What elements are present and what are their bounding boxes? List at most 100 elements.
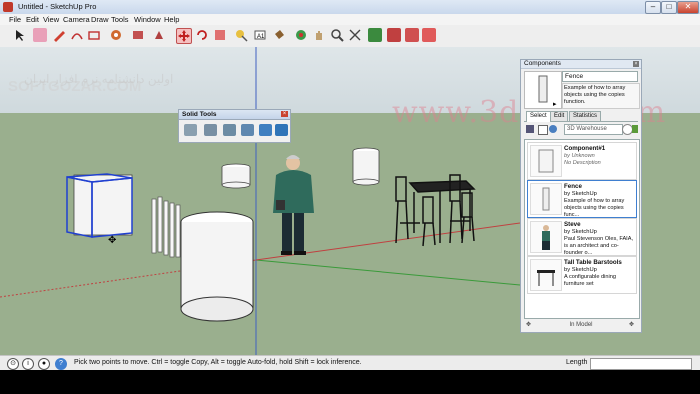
tab-statistics[interactable]: Statistics — [569, 111, 602, 121]
paint-bucket-tool-icon[interactable] — [272, 28, 286, 42]
component-item-steve[interactable]: Steve by SketchUp Paul Stevenson Oles, F… — [527, 218, 637, 256]
green-axis — [255, 259, 521, 286]
component-item-desc: Paul Stevenson Oles, FAIA, is an archite… — [564, 236, 634, 256]
component-item-tall-table-barstools[interactable]: Tall Table Barstools by SketchUp A confi… — [527, 256, 637, 294]
extension-warehouse-icon[interactable] — [422, 28, 436, 42]
in-model-label: In Model — [569, 322, 593, 328]
video-letterbox — [0, 370, 700, 394]
pan-tool-icon[interactable] — [312, 28, 326, 42]
eraser-tool-icon[interactable] — [33, 28, 47, 42]
help-icon[interactable]: ? — [55, 358, 67, 370]
navigation-icon[interactable] — [549, 125, 557, 133]
measurements-label: Length — [566, 359, 588, 366]
menu-help[interactable]: Help — [164, 15, 179, 24]
details-arrow-icon[interactable] — [632, 125, 638, 133]
svg-text:✥: ✥ — [108, 235, 116, 246]
component-item-author: by SketchUp — [564, 267, 597, 273]
geo-location-icon[interactable]: ⊙ — [7, 358, 19, 370]
move-tool-icon[interactable] — [176, 28, 192, 44]
follow-me-tool-icon[interactable] — [152, 28, 166, 42]
components-footer: ✥ In Model ✥ — [524, 320, 638, 330]
component-item-fence[interactable]: Fence by SketchUp Example of how to arra… — [527, 180, 637, 218]
component-item-author: by Unknown — [564, 153, 595, 159]
get-models-icon[interactable] — [368, 28, 382, 42]
subtract-icon[interactable] — [241, 124, 254, 136]
credits-icon[interactable]: i — [22, 358, 34, 370]
rotate-tool-icon[interactable] — [195, 28, 209, 42]
measurements-input[interactable] — [590, 358, 692, 370]
arc-tool-icon[interactable] — [70, 28, 84, 42]
menu-camera[interactable]: Camera — [63, 15, 90, 24]
components-search-input[interactable]: 3D Warehouse — [564, 124, 623, 135]
menu-view[interactable]: View — [43, 15, 59, 24]
solid-tools-title: Solid Tools — [179, 110, 290, 120]
pencil-line-tool-icon[interactable] — [52, 28, 66, 42]
menu-window[interactable]: Window — [134, 15, 161, 24]
menu-draw[interactable]: Draw — [91, 15, 109, 24]
scale-tool-icon[interactable] — [213, 28, 227, 42]
window-title: Untitled - SketchUp Pro — [18, 2, 97, 11]
component-item-name: Fence — [564, 183, 582, 190]
select-tool-icon[interactable] — [12, 28, 26, 42]
steve-thumbnail — [530, 221, 562, 253]
expand-icon[interactable]: ✥ — [629, 320, 634, 330]
components-list[interactable]: Component#1 by Unknown No Description Fe… — [524, 139, 640, 319]
solid-tools-toolbar[interactable]: Solid Tools × — [178, 109, 291, 143]
push-pull-tool-icon[interactable] — [109, 28, 123, 42]
view-options-icon[interactable] — [526, 125, 534, 133]
tab-edit[interactable]: Edit — [550, 111, 569, 121]
component1-thumbnail — [530, 145, 562, 177]
intersect-icon[interactable] — [204, 124, 217, 136]
union-icon[interactable] — [223, 124, 236, 136]
component-description-field[interactable]: Example of how to array objects using th… — [562, 83, 640, 109]
trim-icon[interactable] — [259, 124, 272, 136]
split-icon[interactable] — [275, 124, 288, 136]
zoom-tool-icon[interactable] — [330, 28, 344, 42]
menu-tools[interactable]: Tools — [111, 15, 129, 24]
zoom-extents-tool-icon[interactable] — [348, 28, 362, 42]
components-icon[interactable] — [405, 28, 419, 42]
component-item-author: by SketchUp — [564, 191, 597, 197]
component-item-author: by SketchUp — [564, 229, 597, 235]
status-bar: ⊙ i ● ? Pick two points to move. Ctrl = … — [0, 355, 700, 371]
components-tabs: Select Edit Statistics — [524, 111, 638, 122]
minimize-button[interactable]: – — [645, 1, 661, 14]
text-tool-icon[interactable]: A1 — [253, 28, 267, 42]
title-bar: Untitled - SketchUp Pro – □ ✕ — [0, 0, 700, 14]
sketchup-logo-icon — [3, 2, 13, 12]
user-icon[interactable]: ● — [38, 358, 50, 370]
component-item-name: Component#1 — [564, 145, 606, 152]
tab-select[interactable]: Select — [526, 111, 551, 122]
home-icon[interactable] — [538, 125, 548, 135]
components-panel-title: Components — [521, 60, 641, 69]
tape-measure-tool-icon[interactable] — [234, 28, 248, 42]
selected-component-thumbnail: ▸ — [524, 71, 562, 109]
component-name-field[interactable]: Fence — [562, 71, 638, 82]
collapse-icon[interactable]: ✥ — [526, 320, 531, 330]
component-item-desc: A configurable dining furniture set — [564, 274, 616, 287]
main-toolbar: A1 — [0, 25, 700, 48]
orbit-tool-icon[interactable] — [294, 28, 308, 42]
menu-file[interactable]: File — [9, 15, 21, 24]
status-hint-text: Pick two points to move. Ctrl = toggle C… — [74, 359, 362, 366]
solid-tools-close-icon[interactable]: × — [281, 111, 288, 117]
shapes-tool-icon[interactable] — [87, 28, 101, 42]
persian-watermark: اولین دانشنامه نرم افزار ایران — [24, 72, 174, 86]
fence-thumbnail — [530, 183, 562, 215]
barstools-thumbnail — [530, 259, 562, 291]
offset-tool-icon[interactable] — [131, 28, 145, 42]
share-model-icon[interactable] — [387, 28, 401, 42]
close-window-button[interactable]: ✕ — [677, 1, 699, 14]
outer-shell-icon[interactable] — [184, 124, 197, 136]
menu-edit[interactable]: Edit — [26, 15, 39, 24]
components-close-icon[interactable]: × — [633, 61, 639, 67]
components-search-row: 3D Warehouse — [524, 124, 638, 135]
components-panel: Components × ▸ Fence Example of how to a… — [520, 59, 642, 333]
maximize-button[interactable]: □ — [661, 1, 677, 14]
selected-component-info: ▸ Fence Example of how to array objects … — [524, 71, 640, 109]
component-item-name: Tall Table Barstools — [564, 259, 622, 266]
svg-text:▸: ▸ — [553, 100, 557, 108]
component-item-name: Steve — [564, 221, 581, 228]
sketchup-window: Untitled - SketchUp Pro – □ ✕ File Edit … — [0, 0, 700, 394]
component-item-component1[interactable]: Component#1 by Unknown No Description — [527, 142, 637, 180]
